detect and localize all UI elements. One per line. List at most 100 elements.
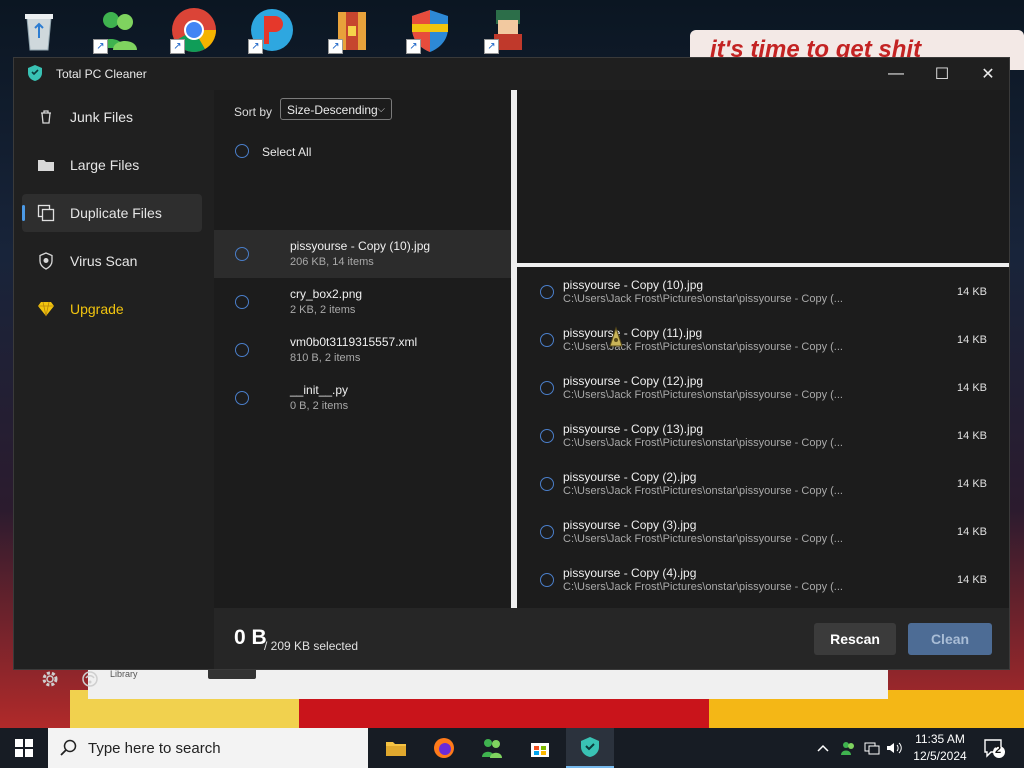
group-radio[interactable] [235,247,249,261]
notification-icon [984,739,1005,758]
file-path: C:\Users\Jack Frost\Pictures\onstar\piss… [563,437,843,449]
search-placeholder: Type here to search [88,739,221,757]
select-all-label[interactable]: Select All [262,145,311,159]
shield-app-icon[interactable]: ↗ [406,6,454,54]
archive-app-icon[interactable]: ↗ [328,6,376,54]
file-radio[interactable] [540,525,554,539]
mouse-cursor-icon [609,326,623,347]
file-size: 14 KB [957,526,987,538]
file-row[interactable]: pissyourse - Copy (3).jpg C:\Users\Jack … [517,507,997,555]
sidebar-item-label: Upgrade [70,301,124,317]
notification-count: 2 [995,744,1002,756]
sidebar-item-label: Large Files [70,157,140,173]
duplicate-group-row[interactable]: pissyourse - Copy (10).jpg 206 KB, 14 it… [214,230,511,278]
group-name: pissyourse - Copy (10).jpg [290,239,431,253]
file-radio[interactable] [540,333,554,347]
taskbar-clock[interactable]: 11:35 AM 12/5/2024 [905,731,975,765]
file-name: pissyourse - Copy (10).jpg [563,278,704,292]
store-taskbar-icon[interactable] [516,728,564,768]
file-explorer-taskbar-icon[interactable] [372,728,420,768]
messenger-icon[interactable]: ↗ [93,6,141,54]
shield-icon [36,251,56,271]
group-name: vm0b0t3119315557.xml [290,335,418,349]
group-radio[interactable] [235,295,249,309]
maximize-button[interactable]: ☐ [919,58,965,90]
firefox-taskbar-icon[interactable] [420,728,468,768]
messenger-taskbar-icon[interactable] [468,728,516,768]
file-radio[interactable] [540,477,554,491]
title-bar[interactable]: Total PC Cleaner — ☐ ✕ [14,58,1009,90]
shortcut-arrow-icon: ↗ [484,39,499,54]
group-meta: 810 B, 2 items [290,352,361,364]
sidebar-item-upgrade[interactable]: Upgrade [22,290,202,328]
file-list-scrollbar[interactable] [997,267,1009,608]
file-row[interactable]: pissyourse - Copy (13).jpg C:\Users\Jack… [517,411,997,459]
file-name: pissyourse - Copy (2).jpg [563,470,697,484]
game-character-icon[interactable]: ↗ [484,6,532,54]
sidebar-item-label: Junk Files [70,109,134,125]
network-icon[interactable] [862,728,882,768]
file-name: pissyourse - Copy (3).jpg [563,518,697,532]
file-radio[interactable] [540,429,554,443]
background-window-tag: Library [110,669,138,679]
file-size: 14 KB [957,334,987,346]
file-row[interactable]: pissyourse - Copy (2).jpg C:\Users\Jack … [517,459,997,507]
sort-by-label: Sort by [234,105,273,119]
file-row[interactable]: pissyourse - Copy (10).jpg C:\Users\Jack… [517,267,997,315]
file-row[interactable]: pissyourse - Copy (11).jpg C:\Users\Jack… [517,315,997,363]
notification-center-button[interactable]: 2 [982,736,1006,760]
total-pc-cleaner-taskbar-icon[interactable] [566,728,614,768]
messenger-tray-icon[interactable] [838,728,858,768]
total-pc-cleaner-window: Total PC Cleaner — ☐ ✕ Junk Files Large … [13,57,1010,687]
group-radio[interactable] [235,343,249,357]
app-logo-icon [28,65,42,81]
start-button[interactable] [0,728,48,768]
volume-icon[interactable] [884,728,904,768]
duplicate-group-row[interactable]: vm0b0t3119315557.xml 810 B, 2 items [214,326,511,374]
file-row[interactable]: pissyourse - Copy (12).jpg C:\Users\Jack… [517,363,997,411]
sort-dropdown-value: Size-Descending [287,103,378,117]
shortcut-arrow-icon: ↗ [406,39,421,54]
file-preview-area [517,90,1009,263]
group-radio[interactable] [235,391,249,405]
select-all-radio[interactable] [235,144,249,158]
file-size: 14 KB [957,478,987,490]
sidebar-item-junk-files[interactable]: Junk Files [22,98,202,136]
file-radio[interactable] [540,573,554,587]
chrome-icon[interactable]: ↗ [170,6,218,54]
sidebar-item-duplicate-files[interactable]: Duplicate Files [22,194,202,232]
close-button[interactable]: ✕ [965,58,1011,90]
clock-time: 11:35 AM [915,732,965,746]
window-title: Total PC Cleaner [56,67,147,81]
rescan-button[interactable]: Rescan [814,623,896,655]
sidebar-item-label: Virus Scan [70,253,138,269]
sort-dropdown[interactable]: Size-Descending ⌵ [280,98,392,120]
trash-icon [36,107,56,127]
folder-icon [36,155,56,175]
duplicate-icon [36,203,56,223]
file-path: C:\Users\Jack Frost\Pictures\onstar\piss… [563,485,843,497]
feedback-icon[interactable] [79,668,101,690]
sidebar-item-label: Duplicate Files [70,205,162,221]
file-radio[interactable] [540,285,554,299]
minimize-button[interactable]: — [873,58,919,90]
file-row[interactable]: pissyourse - Copy (4).jpg C:\Users\Jack … [517,555,997,603]
file-path: C:\Users\Jack Frost\Pictures\onstar\piss… [563,389,843,401]
group-meta: 2 KB, 2 items [290,304,356,316]
sidebar-item-virus-scan[interactable]: Virus Scan [22,242,202,280]
pdf-app-icon[interactable]: ↗ [248,6,296,54]
group-name: cry_box2.png [290,287,363,301]
recycle-bin-icon[interactable] [15,6,63,54]
file-radio[interactable] [540,381,554,395]
windows-logo-icon [15,739,33,757]
file-path: C:\Users\Jack Frost\Pictures\onstar\piss… [563,581,843,593]
duplicate-group-row[interactable]: cry_box2.png 2 KB, 2 items [214,278,511,326]
chevron-down-icon: ⌵ [377,104,385,115]
taskbar-search-input[interactable]: Type here to search [48,728,368,768]
sidebar-item-large-files[interactable]: Large Files [22,146,202,184]
show-hidden-icons-chevron-up-icon[interactable] [814,728,832,768]
shortcut-arrow-icon: ↗ [328,39,343,54]
duplicate-group-row[interactable]: __init__.py 0 B, 2 items [214,374,511,422]
settings-gear-icon[interactable] [39,668,61,690]
clean-button[interactable]: Clean [908,623,992,655]
